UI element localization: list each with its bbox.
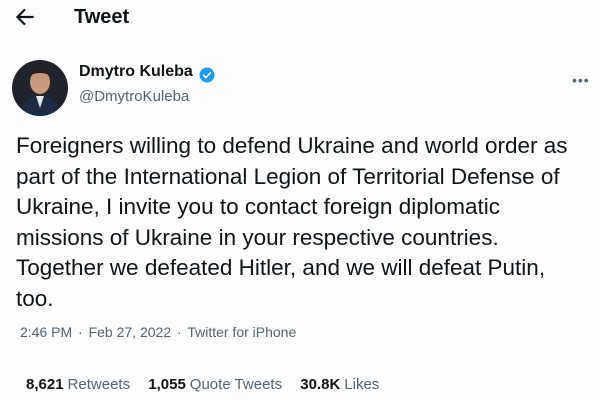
tweet-source[interactable]: Twitter for iPhone (187, 324, 296, 340)
author-handle[interactable]: @DmytroKuleba (79, 88, 189, 105)
tweet-text-line: Foreigners willing to defend Ukraine and… (16, 133, 568, 158)
quote-tweets-label: Quote Tweets (189, 376, 283, 393)
likes-label: Likes (344, 376, 380, 393)
avatar[interactable] (12, 60, 68, 116)
tweet-text-line: missions of Ukraine in your respective c… (16, 224, 499, 250)
tweet-time[interactable]: 2:46 PM (20, 324, 72, 340)
tweet-text-line: Ukraine, I invite you to contact foreign… (16, 194, 500, 220)
tweet-text: Foreigners willing to defend Ukraine and… (16, 131, 596, 315)
meta-separator: · (78, 324, 83, 340)
likes-count: 30.8K (300, 376, 341, 393)
tweet-meta: 2:46 PM · Feb 27, 2022 · Twitter for iPh… (20, 324, 298, 340)
tweet-text-line: too. (16, 285, 54, 311)
verified-badge-icon (199, 67, 215, 83)
header: Tweet (0, 0, 600, 40)
retweets-label: Retweets (67, 376, 131, 393)
author-name[interactable]: Dmytro Kuleba (79, 63, 193, 81)
tweet-stats: 8,621 Retweets 1,055 Quote Tweets 30.8K Lik… (26, 376, 393, 393)
retweets-count: 8,621 (26, 376, 64, 393)
quote-tweets-stat[interactable]: 1,055 Quote Tweets (148, 376, 282, 393)
meta-separator: · (177, 324, 182, 340)
arrow-left-icon[interactable] (12, 4, 38, 30)
tweet-text-line: Together we defeated Hitler, and we will… (16, 255, 546, 281)
tweet-page: Tweet Dmytro Kuleba @DmytroKuleba ••• Fo… (0, 0, 600, 400)
page-title: Tweet (74, 6, 130, 28)
likes-stat[interactable]: 30.8K Likes (300, 376, 379, 393)
retweets-stat[interactable]: 8,621 Retweets (26, 376, 130, 393)
tweet-date[interactable]: Feb 27, 2022 (89, 324, 172, 340)
tweet-text-line: part of the International Legion of Terr… (16, 163, 560, 189)
more-options-icon[interactable]: ••• (572, 72, 590, 88)
quote-tweets-count: 1,055 (148, 376, 186, 393)
